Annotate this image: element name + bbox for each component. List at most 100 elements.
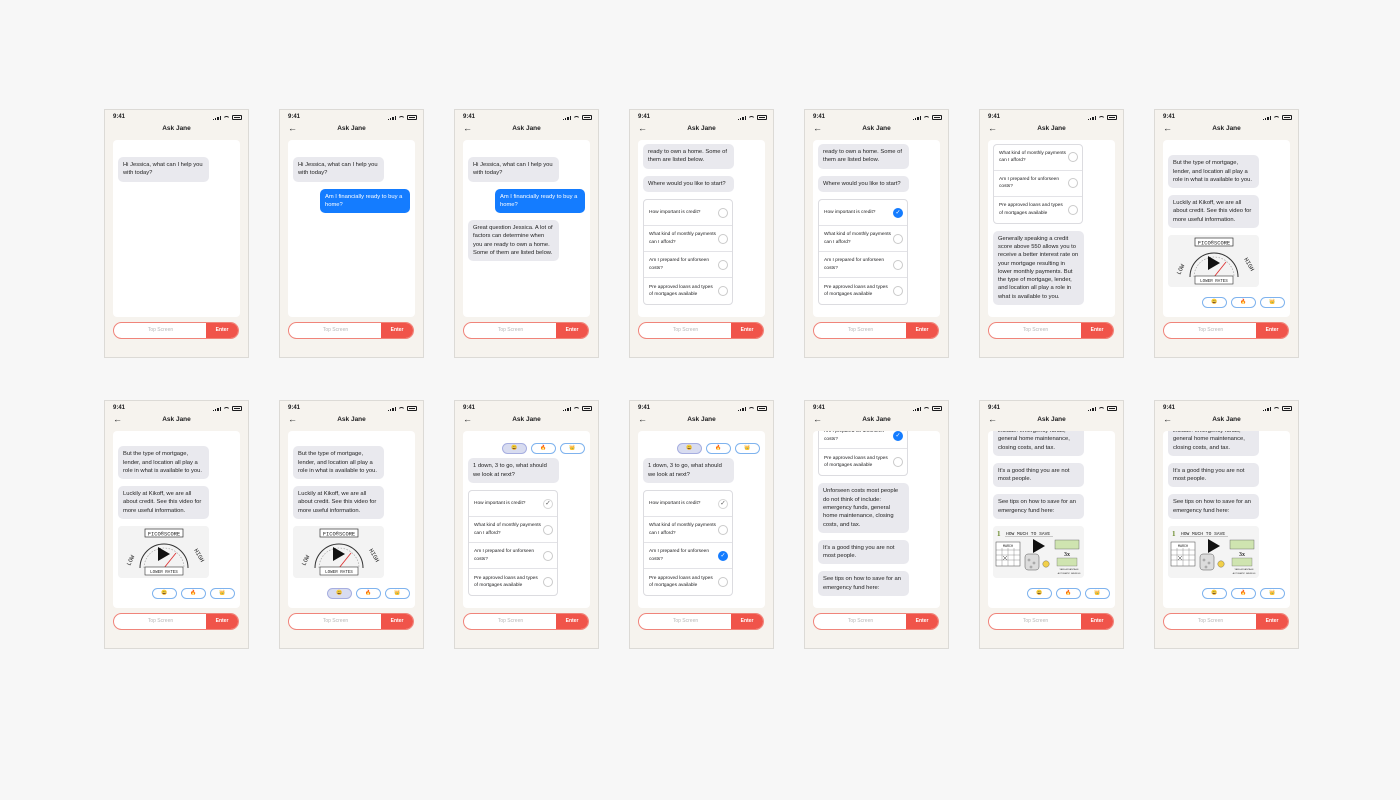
- smile-emoji-button[interactable]: 😀: [1202, 588, 1227, 599]
- message-input[interactable]: Top Screen: [814, 614, 907, 629]
- fico-score-video[interactable]: FICO®SCORE LOW HIGH LOWER RATES: [293, 526, 384, 578]
- message-input[interactable]: Top Screen: [814, 323, 907, 338]
- radio-icon[interactable]: [718, 233, 728, 244]
- emergency-fund-video[interactable]: 1 HOW MUCH TO SAVE MARCH 3x TAKE ADVANTA…: [1168, 526, 1259, 578]
- fire-emoji-button[interactable]: 🔥: [1231, 297, 1256, 308]
- enter-button[interactable]: Enter: [1081, 323, 1113, 338]
- smile-emoji-button[interactable]: 😀: [327, 588, 352, 599]
- option-item[interactable]: Am I prepared for unforseen costs? ✓: [644, 543, 732, 569]
- message-input[interactable]: Top Screen: [1164, 614, 1257, 629]
- option-item[interactable]: Am I prepared for unforseen costs?: [644, 252, 732, 278]
- radio-icon[interactable]: [893, 457, 903, 468]
- message-input[interactable]: Top Screen: [289, 614, 382, 629]
- message-input[interactable]: Top Screen: [114, 323, 207, 338]
- nav-bar: ← Ask Jane: [805, 123, 948, 137]
- selected-radio-icon[interactable]: ✓: [543, 498, 553, 509]
- enter-button[interactable]: Enter: [906, 323, 938, 338]
- option-item[interactable]: Pre approved loans and types of mortgage…: [469, 569, 557, 595]
- smile-emoji-button[interactable]: 😀: [1027, 588, 1052, 599]
- radio-icon[interactable]: [718, 207, 728, 218]
- option-item[interactable]: Pre approved loans and types of mortgage…: [644, 569, 732, 595]
- option-item[interactable]: How important is credit? ✓: [644, 491, 732, 517]
- radio-icon[interactable]: [718, 524, 728, 535]
- enter-button[interactable]: Enter: [906, 614, 938, 629]
- fire-emoji-button[interactable]: 🔥: [706, 443, 731, 455]
- radio-icon[interactable]: [893, 286, 903, 296]
- option-item[interactable]: Pre approved loans and types of mortgage…: [644, 278, 732, 304]
- radio-icon[interactable]: [543, 524, 553, 535]
- fire-emoji-button[interactable]: 🔥: [1231, 588, 1256, 599]
- option-item[interactable]: Am I prepared for unforseen costs? ✓: [819, 431, 907, 450]
- status-bar: 9:41: [813, 114, 942, 123]
- option-item[interactable]: How important is credit? ✓: [469, 491, 557, 517]
- option-item[interactable]: Pre approved loans and types of mortgage…: [819, 278, 907, 304]
- crown-emoji-button[interactable]: 👑: [1085, 588, 1110, 599]
- crown-emoji-button[interactable]: 👑: [560, 443, 585, 455]
- message-input[interactable]: Top Screen: [114, 614, 207, 629]
- fire-emoji-button[interactable]: 🔥: [1056, 588, 1081, 599]
- option-item[interactable]: How important is credit? ✓: [819, 200, 907, 226]
- radio-icon[interactable]: [543, 577, 553, 587]
- message-input[interactable]: Top Screen: [289, 323, 382, 338]
- enter-button[interactable]: Enter: [1256, 323, 1288, 338]
- option-item[interactable]: What kind of monthly payments can I affo…: [644, 226, 732, 252]
- fire-emoji-button[interactable]: 🔥: [531, 443, 556, 455]
- enter-button[interactable]: Enter: [731, 614, 763, 629]
- smile-emoji-button[interactable]: 😀: [1202, 297, 1227, 308]
- radio-icon[interactable]: [893, 233, 903, 244]
- option-item[interactable]: Am I prepared for unforseen costs?: [994, 171, 1082, 197]
- message-input[interactable]: Top Screen: [639, 614, 732, 629]
- message-input[interactable]: Top Screen: [989, 323, 1082, 338]
- option-item[interactable]: What kind of monthly payments can I affo…: [469, 517, 557, 543]
- fire-emoji-button[interactable]: 🔥: [181, 588, 206, 599]
- crown-emoji-button[interactable]: 👑: [1260, 588, 1285, 599]
- option-item[interactable]: What kind of monthly payments can I affo…: [994, 145, 1082, 171]
- radio-icon[interactable]: [1068, 152, 1078, 163]
- option-item[interactable]: Pre approved loans and types of mortgage…: [994, 197, 1082, 223]
- smile-emoji-button[interactable]: 😀: [677, 443, 702, 455]
- selected-radio-icon[interactable]: ✓: [893, 431, 903, 441]
- radio-icon[interactable]: [1068, 178, 1078, 189]
- selected-radio-icon[interactable]: ✓: [718, 498, 728, 509]
- crown-emoji-button[interactable]: 👑: [1260, 297, 1285, 308]
- message-input-bar: Top Screen Enter: [288, 613, 414, 630]
- message-input[interactable]: Top Screen: [639, 323, 732, 338]
- radio-icon[interactable]: [893, 259, 903, 270]
- emergency-fund-video[interactable]: 1 HOW MUCH TO SAVE MARCH 3x TAKE ADVANTA…: [993, 526, 1084, 578]
- crown-emoji-button[interactable]: 👑: [385, 588, 410, 599]
- radio-icon[interactable]: [1068, 204, 1078, 215]
- selected-radio-icon[interactable]: ✓: [893, 207, 903, 218]
- enter-button[interactable]: Enter: [381, 323, 413, 338]
- enter-button[interactable]: Enter: [381, 614, 413, 629]
- smile-emoji-button[interactable]: 😀: [152, 588, 177, 599]
- option-item[interactable]: What kind of monthly payments can I affo…: [819, 226, 907, 252]
- chat-card: But the type of mortgage, lender, and lo…: [1163, 140, 1290, 317]
- fico-score-video[interactable]: FICO®SCORE LOW HIGH LOWER RATES: [118, 526, 209, 578]
- crown-emoji-button[interactable]: 👑: [210, 588, 235, 599]
- option-item[interactable]: Pre approved loans and types of mortgage…: [819, 449, 907, 475]
- message-input[interactable]: Top Screen: [989, 614, 1082, 629]
- radio-icon[interactable]: [718, 259, 728, 270]
- enter-button[interactable]: Enter: [206, 614, 238, 629]
- fico-score-video[interactable]: FICO®SCORE LOW HIGH LOWER RATES: [1168, 235, 1259, 287]
- option-item[interactable]: Am I prepared for unforseen costs?: [469, 543, 557, 569]
- fire-emoji-button[interactable]: 🔥: [356, 588, 381, 599]
- enter-button[interactable]: Enter: [731, 323, 763, 338]
- radio-icon[interactable]: [543, 550, 553, 561]
- enter-button[interactable]: Enter: [556, 323, 588, 338]
- enter-button[interactable]: Enter: [1081, 614, 1113, 629]
- radio-icon[interactable]: [718, 286, 728, 296]
- radio-icon[interactable]: [718, 577, 728, 587]
- option-item[interactable]: How important is credit?: [644, 200, 732, 226]
- selected-radio-icon[interactable]: ✓: [718, 550, 728, 561]
- option-item[interactable]: Am I prepared for unforseen costs?: [819, 252, 907, 278]
- message-input[interactable]: Top Screen: [464, 614, 557, 629]
- message-input[interactable]: Top Screen: [464, 323, 557, 338]
- crown-emoji-button[interactable]: 👑: [735, 443, 760, 455]
- smile-emoji-button[interactable]: 😀: [502, 443, 527, 455]
- enter-button[interactable]: Enter: [556, 614, 588, 629]
- message-input[interactable]: Top Screen: [1164, 323, 1257, 338]
- enter-button[interactable]: Enter: [1256, 614, 1288, 629]
- option-item[interactable]: What kind of monthly payments can I affo…: [644, 517, 732, 543]
- enter-button[interactable]: Enter: [206, 323, 238, 338]
